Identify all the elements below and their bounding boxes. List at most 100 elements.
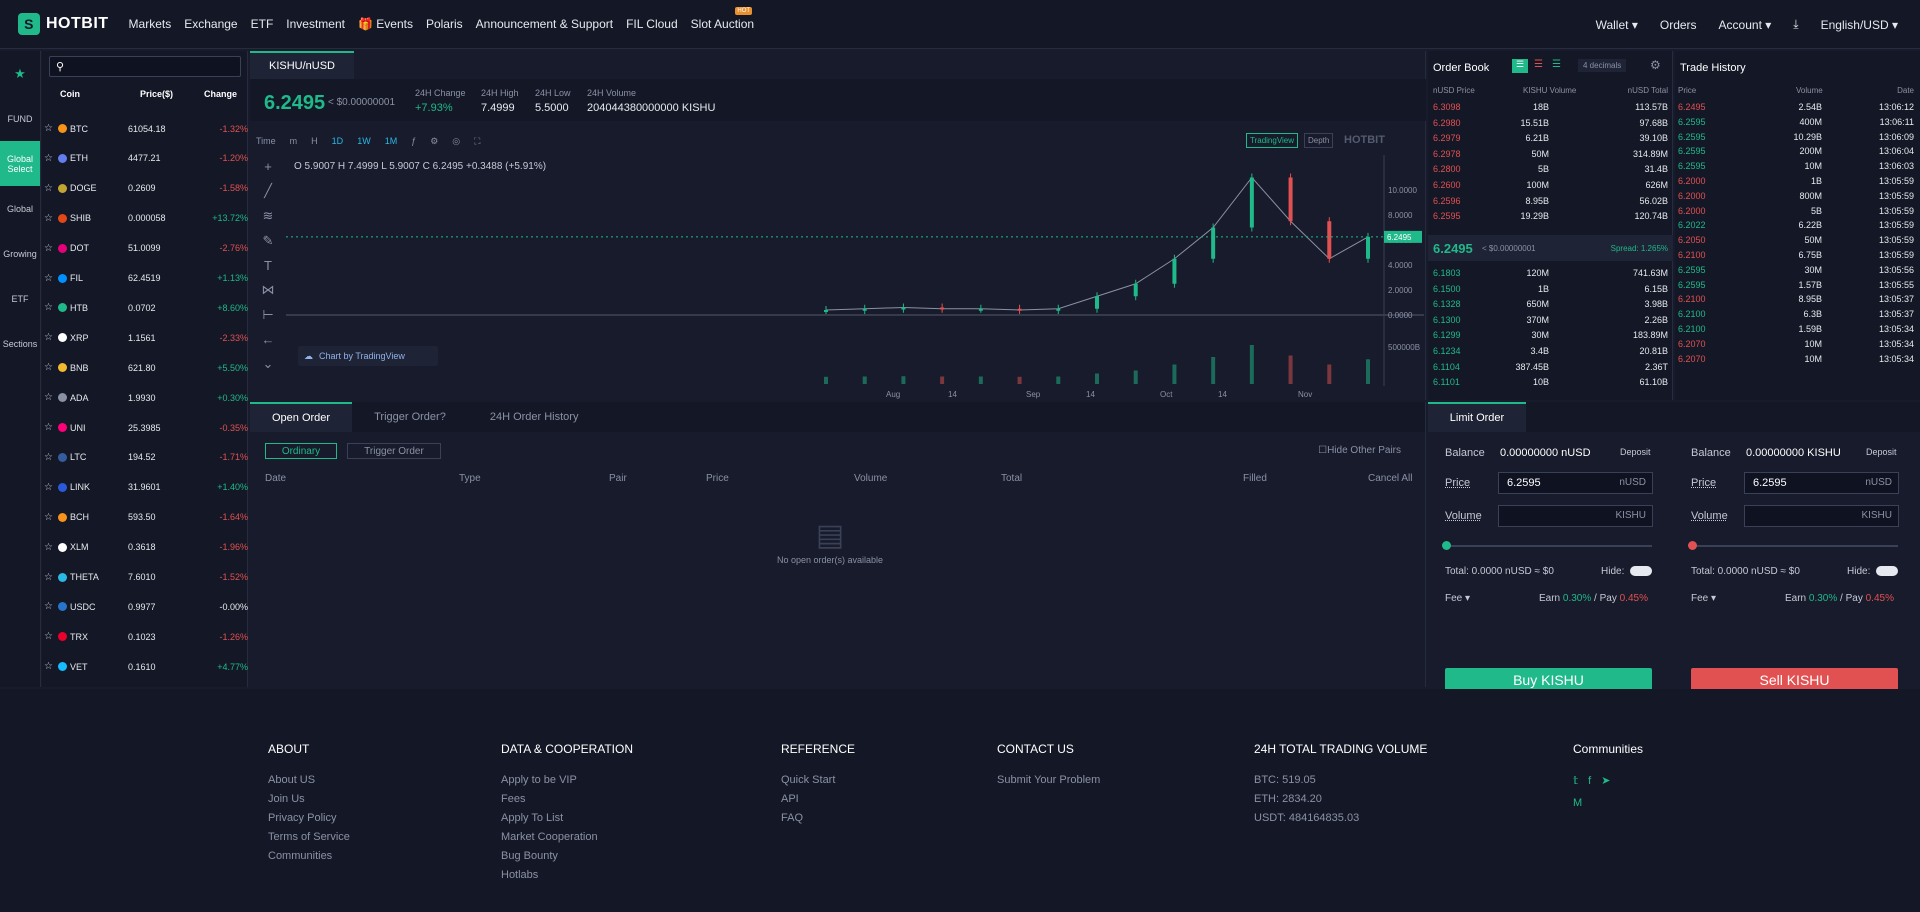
- footer-link[interactable]: Market Cooperation: [501, 831, 633, 843]
- ask-row[interactable]: 6.2979 6.21B 39.10B: [1428, 133, 1673, 148]
- toolbar-hour[interactable]: H: [311, 136, 318, 147]
- medium-icon[interactable]: M: [1573, 797, 1643, 809]
- bid-row[interactable]: 6.1328 650M 3.98B: [1428, 299, 1673, 314]
- download-icon[interactable]: ⤓: [1793, 17, 1798, 32]
- view-both-icon[interactable]: ☰: [1512, 59, 1528, 73]
- tab-limit-order[interactable]: Limit Order: [1428, 402, 1526, 432]
- coin-row[interactable]: ☆ DOT 51.0099 -2.76%: [42, 234, 248, 263]
- sell-slider-handle[interactable]: [1688, 541, 1697, 550]
- price-chart[interactable]: 10.00008.00006.00004.00002.00000.0000500…: [286, 155, 1426, 400]
- favorite-star-icon[interactable]: ☆: [44, 153, 58, 164]
- trendline-icon[interactable]: ╱: [264, 183, 272, 199]
- cancel-all-button[interactable]: Cancel All: [1368, 473, 1412, 484]
- brush-icon[interactable]: ✎: [263, 233, 274, 249]
- view-asks-icon[interactable]: ☰: [1534, 59, 1543, 70]
- hotbit-logo[interactable]: S HOTBIT: [18, 13, 109, 35]
- nav-wallet[interactable]: Wallet ▾: [1596, 18, 1638, 32]
- tradingview-toggle[interactable]: TradingView: [1246, 133, 1299, 148]
- footer-link[interactable]: API: [781, 793, 855, 805]
- favorite-star-icon[interactable]: ☆: [44, 213, 58, 224]
- favorite-star-icon[interactable]: ☆: [44, 631, 58, 642]
- buy-slider-track[interactable]: [1445, 545, 1652, 547]
- tab-open-order[interactable]: Open Order: [250, 402, 353, 432]
- favorite-star-icon[interactable]: ☆: [44, 302, 58, 313]
- favorite-star-icon[interactable]: ☆: [44, 392, 58, 403]
- tab-trigger-order[interactable]: Trigger Order?: [352, 402, 468, 432]
- category-etf[interactable]: ETF: [0, 276, 40, 321]
- filter-trigger[interactable]: Trigger Order: [347, 443, 441, 459]
- footer-link[interactable]: Terms of Service: [268, 831, 350, 843]
- sell-price-input[interactable]: 6.2595 nUSD: [1744, 472, 1899, 494]
- toolbar-1w[interactable]: 1W: [357, 136, 371, 147]
- ask-row[interactable]: 6.2596 8.95B 56.02B: [1428, 196, 1673, 211]
- camera-icon[interactable]: ◎: [452, 136, 460, 147]
- buy-hide-toggle[interactable]: [1630, 566, 1652, 576]
- buy-price-input[interactable]: 6.2595 nUSD: [1498, 472, 1653, 494]
- tab-24h-history[interactable]: 24H Order History: [468, 402, 601, 432]
- sell-fee-dropdown[interactable]: Fee ▾: [1691, 593, 1716, 604]
- favorite-star-icon[interactable]: ☆: [44, 542, 58, 553]
- coin-row[interactable]: ☆ LINK 31.9601 +1.40%: [42, 473, 248, 502]
- bid-row[interactable]: 6.1300 370M 2.26B: [1428, 315, 1673, 330]
- footer-link[interactable]: Hotlabs: [501, 869, 633, 881]
- nav-announcement[interactable]: Announcement & Support: [476, 17, 613, 31]
- facebook-icon[interactable]: f: [1588, 775, 1601, 787]
- coin-row[interactable]: ☆ TRX 0.1023 -1.26%: [42, 622, 248, 651]
- coin-row[interactable]: ☆ BNB 621.80 +5.50%: [42, 353, 248, 382]
- text-tool-icon[interactable]: T: [264, 258, 272, 273]
- nav-language[interactable]: English/USD ▾: [1821, 18, 1898, 32]
- nav-exchange[interactable]: Exchange: [184, 17, 237, 31]
- toolbar-time[interactable]: Time: [256, 136, 276, 147]
- fib-icon[interactable]: ≋: [263, 208, 274, 224]
- hide-other-pairs[interactable]: ☐Hide Other Pairs: [1318, 445, 1401, 456]
- toolbar-1m[interactable]: 1M: [385, 136, 398, 147]
- indicator-icon[interactable]: ƒ: [411, 136, 416, 147]
- coin-row[interactable]: ☆ BTC 61054.18 -1.32%: [42, 114, 248, 143]
- footer-link[interactable]: Bug Bounty: [501, 850, 633, 862]
- nav-fil-cloud[interactable]: FIL Cloud: [626, 17, 678, 31]
- view-bids-icon[interactable]: ☰: [1552, 59, 1561, 70]
- nav-polaris[interactable]: Polaris: [426, 17, 463, 31]
- favorite-star-icon[interactable]: ☆: [44, 273, 58, 284]
- ask-row[interactable]: 6.3098 18B 113.57B: [1428, 102, 1673, 117]
- coin-row[interactable]: ☆ BCH 593.50 -1.64%: [42, 503, 248, 532]
- ask-row[interactable]: 6.2980 15.51B 97.68B: [1428, 118, 1673, 133]
- buy-fee-dropdown[interactable]: Fee ▾: [1445, 593, 1470, 604]
- coin-row[interactable]: ☆ DOGE 0.2609 -1.58%: [42, 174, 248, 203]
- telegram-icon[interactable]: ➤: [1601, 775, 1620, 787]
- coin-row[interactable]: ☆ THETA 7.6010 -1.52%: [42, 563, 248, 592]
- ask-row[interactable]: 6.2595 19.29B 120.74B: [1428, 211, 1673, 226]
- footer-link[interactable]: Join Us: [268, 793, 350, 805]
- coin-row[interactable]: ☆ SHIB 0.000058 +13.72%: [42, 204, 248, 233]
- toolbar-1d[interactable]: 1D: [332, 136, 344, 147]
- nav-account[interactable]: Account ▾: [1719, 18, 1772, 32]
- nav-orders[interactable]: Orders: [1660, 18, 1697, 32]
- favorite-star-icon[interactable]: ☆: [44, 452, 58, 463]
- coin-search-input[interactable]: ⚲: [49, 56, 241, 77]
- back-arrow-icon[interactable]: ←: [262, 332, 275, 347]
- favorite-star-icon[interactable]: ☆: [44, 123, 58, 134]
- pair-tab[interactable]: KISHU/nUSD: [250, 51, 354, 79]
- category-global[interactable]: Global: [0, 186, 40, 231]
- price-col-header[interactable]: Price($): [140, 89, 173, 99]
- footer-link[interactable]: Apply To List: [501, 812, 633, 824]
- footer-link[interactable]: Communities: [268, 850, 350, 862]
- coin-row[interactable]: ☆ ETH 4477.21 -1.20%: [42, 144, 248, 173]
- footer-link[interactable]: Privacy Policy: [268, 812, 350, 824]
- coin-row[interactable]: ☆ VET 0.1610 +4.77%: [42, 652, 248, 681]
- footer-link[interactable]: FAQ: [781, 812, 855, 824]
- coin-row[interactable]: ☆ USDC 0.9977 -0.00%: [42, 592, 248, 621]
- coin-row[interactable]: ☆ HTB 0.0702 +8.60%: [42, 293, 248, 322]
- favorite-star-icon[interactable]: ☆: [44, 482, 58, 493]
- category-sections[interactable]: Sections: [0, 321, 40, 366]
- bid-row[interactable]: 6.1500 1B 6.15B: [1428, 284, 1673, 299]
- bid-row[interactable]: 6.1803 120M 741.63M: [1428, 268, 1673, 283]
- buy-volume-input[interactable]: KISHU: [1498, 505, 1653, 527]
- favorite-star-icon[interactable]: ☆: [44, 422, 58, 433]
- crosshair-icon[interactable]: +: [264, 159, 272, 174]
- ob-settings-gear-icon[interactable]: ⚙: [1650, 58, 1661, 72]
- coin-row[interactable]: ☆ LTC 194.52 -1.71%: [42, 443, 248, 472]
- category-fund[interactable]: FUND: [0, 96, 40, 141]
- toolbar-minute[interactable]: m: [290, 136, 298, 147]
- buy-slider-handle[interactable]: [1442, 541, 1451, 550]
